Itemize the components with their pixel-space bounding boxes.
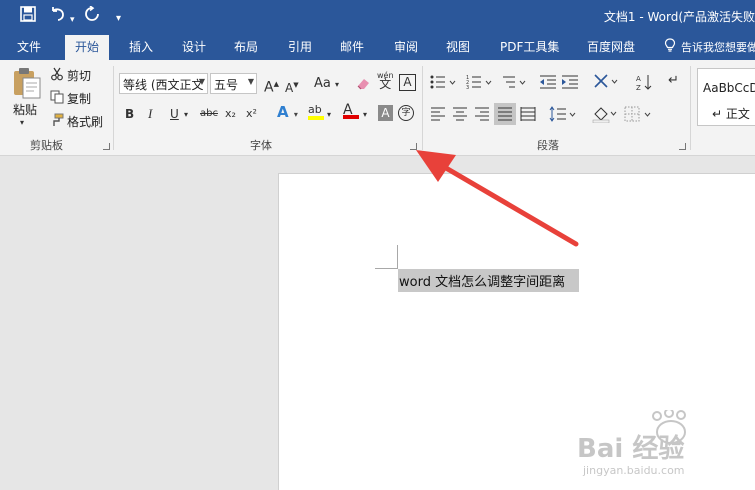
watermark-brand: Bai 经验 [577, 434, 685, 464]
baidu-jingyan-watermark: Bai 经验 jingyan.baidu.com [575, 410, 745, 485]
watermark-url: jingyan.baidu.com [583, 464, 685, 477]
